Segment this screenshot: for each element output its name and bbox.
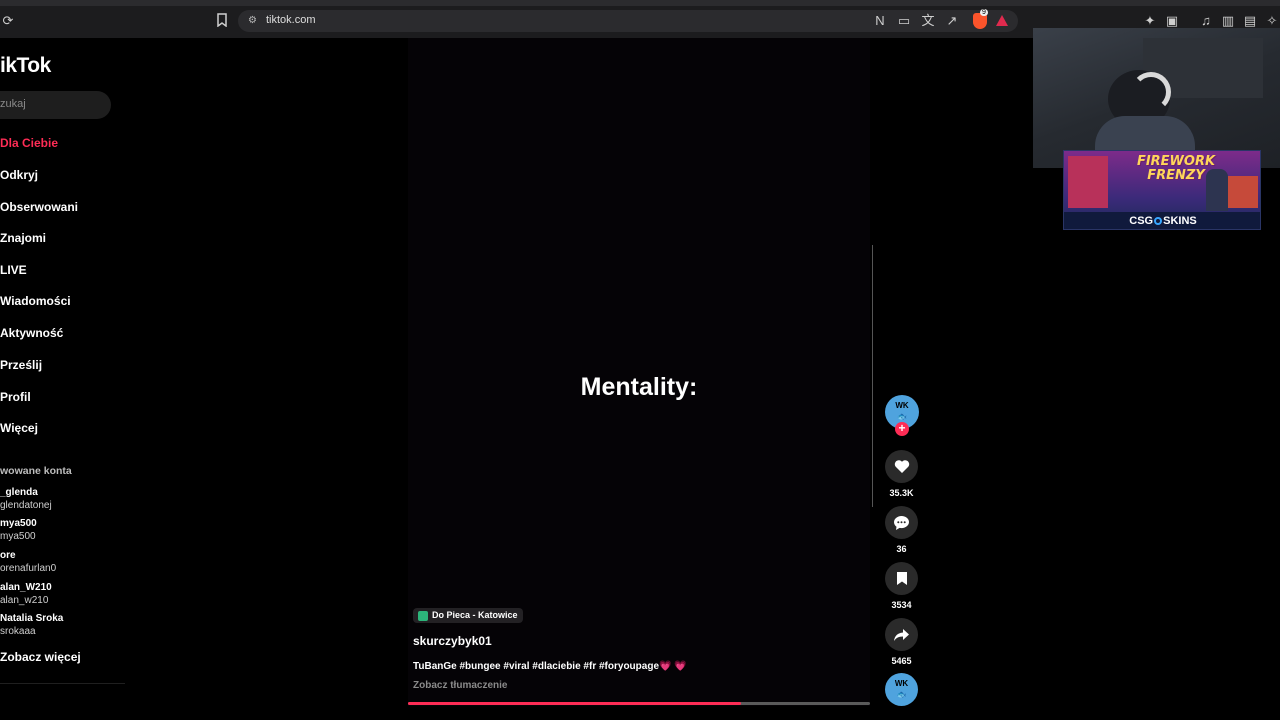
reload-icon[interactable]: ⟳ [0,13,16,29]
video-author[interactable]: skurczybyk01 [413,634,492,648]
heart-icon [894,460,909,473]
fish-icon: 🐟 [897,412,907,421]
followed-accounts-title: wowane konta [0,465,72,477]
profile-icon[interactable]: ▤ [1242,13,1258,29]
location-label: Do Pieca - Katowice [432,610,518,620]
search-placeholder: zukaj [0,98,26,110]
video-overlay-text: Mentality: [580,373,698,401]
comment-icon [894,515,909,530]
nav-item-for-you[interactable]: Dla Ciebie [0,136,58,150]
followed-account[interactable]: Natalia Sroka srokaaa [0,612,63,638]
follow-button[interactable]: + [895,422,909,436]
brand-logo-icon [1154,217,1163,225]
site-settings-icon[interactable]: ⚙ [248,15,257,26]
save-count: 3534 [891,600,912,610]
brave-rewards-icon[interactable] [996,15,1008,26]
url-text[interactable]: tiktok.com [266,14,316,26]
video-caption: TuBanGe #bungee #viral #dlaciebie #fr #f… [413,661,687,672]
translate-icon[interactable]: 文 [920,13,936,29]
nav-item-friends[interactable]: Znajomi [0,231,46,245]
music-icon[interactable]: ♫ [1198,13,1214,29]
save-button[interactable] [885,562,918,595]
account-handle: srokaaa [0,626,36,637]
sponsor-ad-banner: FIREWORK FRENZY CSG SKINS [1063,150,1261,230]
shield-count-badge: 9 [980,9,988,16]
ad-building-illustration [1068,156,1108,208]
music-disc-avatar[interactable]: WK 🐟 [885,673,918,706]
video-progress-fill [408,702,741,705]
share-icon[interactable]: ↗ [944,13,960,29]
account-handle: mya500 [0,531,36,542]
ad-title-line: FIREWORK [1136,154,1216,169]
followed-account[interactable]: ore orenafurlan0 [0,549,56,575]
bookmark-icon[interactable] [214,13,230,29]
account-name: Natalia Sroka [0,613,64,624]
location-tag[interactable]: Do Pieca - Katowice [413,608,523,623]
followed-account[interactable]: alan_W210 alan_w210 [0,581,52,607]
like-button[interactable] [885,450,918,483]
video-player[interactable]: Mentality: Do Pieca - Katowice skurczyby… [408,38,870,706]
nav-item-activity[interactable]: Aktywność [0,326,63,340]
search-input[interactable]: zukaj [0,91,111,119]
ad-title: FIREWORK FRENZY [1136,155,1216,183]
bookmark-icon [896,572,907,585]
sidebar-divider [0,683,125,684]
tiktok-logo[interactable]: ikTok [0,54,51,78]
followed-account[interactable]: mya500 mya500 [0,517,37,543]
like-count: 35.3K [889,488,914,498]
ad-brand-left: CSG [1129,215,1154,227]
cast-icon[interactable]: ▭ [896,13,912,29]
nav-item-following[interactable]: Obserwowani [0,200,78,214]
reader-mode-icon[interactable]: N [872,13,888,29]
share-count: 5465 [891,656,912,666]
nav-item-live[interactable]: LIVE [0,263,27,277]
followed-account[interactable]: _glenda glendatonej [0,486,52,512]
fish-icon: 🐟 [896,690,907,699]
nav-item-messages[interactable]: Wiadomości [0,294,71,308]
account-handle: orenafurlan0 [0,563,57,574]
headphones-icon [1131,72,1171,112]
avatar-text: WK [895,401,909,410]
sidebar: ikTok zukaj Dla Ciebie Odkryj Obserwowan… [0,38,125,720]
nav-item-explore[interactable]: Odkryj [0,168,38,182]
account-handle: alan_w210 [0,595,49,606]
avatar-text: WK [894,679,909,688]
account-name: ore [0,550,16,561]
sidebar-toggle-icon[interactable]: ▥ [1220,13,1236,29]
ad-brand-right: SKINS [1163,215,1197,227]
extensions-icon[interactable]: ✦ [1142,13,1158,29]
comment-button[interactable] [885,506,918,539]
share-button[interactable] [885,618,918,651]
comment-count: 36 [896,544,907,554]
nav-item-upload[interactable]: Prześlij [0,358,42,372]
feed-scroll-indicator [872,245,873,507]
account-handle: glendatonej [0,500,52,511]
share-arrow-icon [894,628,909,641]
webcam-overlay [1033,28,1280,168]
account-name: alan_W210 [0,582,52,593]
see-translation-link[interactable]: Zobacz tłumaczenie [413,680,507,691]
ai-assistant-icon[interactable]: ✧ [1264,13,1280,29]
see-more-link[interactable]: Zobacz więcej [0,650,81,664]
wallet-icon[interactable]: ▣ [1164,13,1180,29]
location-pin-icon [418,610,428,621]
account-name: mya500 [0,518,37,529]
account-name: _glenda [0,487,38,498]
ad-brand-bar: CSG SKINS [1064,212,1260,229]
video-progress-bar[interactable] [408,702,870,705]
nav-item-profile[interactable]: Profil [0,390,31,404]
ad-title-line: FRENZY [1147,168,1205,183]
nav-item-more[interactable]: Więcej [0,421,38,435]
